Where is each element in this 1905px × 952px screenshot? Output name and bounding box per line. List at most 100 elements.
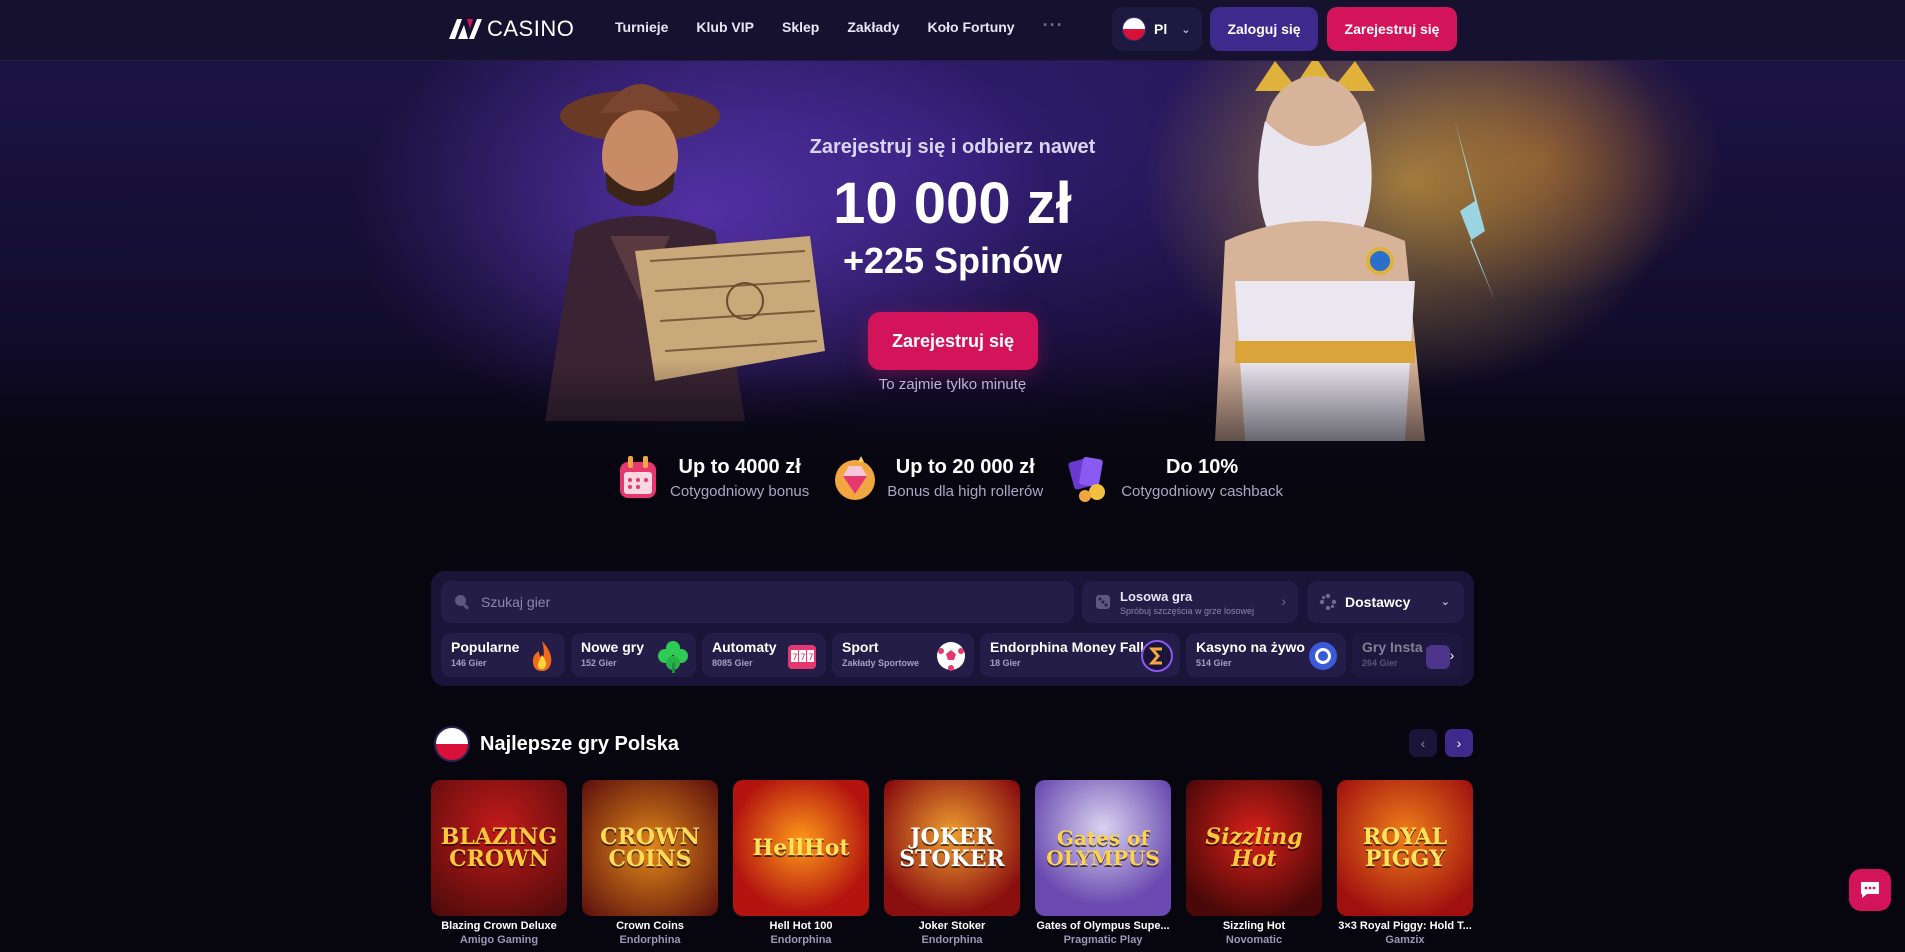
football-icon — [937, 642, 965, 671]
game-card[interactable]: Sizzling Hot Sizzling Hot Novomatic — [1186, 780, 1322, 946]
cards-coins-icon — [1068, 456, 1106, 502]
games-filter-panel: Losowa gra Spróbuj szczęścia w grze loso… — [431, 571, 1474, 686]
dice-icon — [1096, 595, 1110, 609]
svg-text:7: 7 — [808, 653, 814, 663]
main-nav: Turnieje Klub VIP Sklep Zakłady Koło For… — [615, 15, 1064, 36]
hero-note: To zajmie tylko minutę — [878, 376, 1027, 393]
game-name: Joker Stoker — [918, 920, 986, 932]
nav-item-bets[interactable]: Zakłady — [847, 19, 899, 36]
random-game-subtitle: Spróbuj szczęścia w grze losowej — [1120, 605, 1255, 616]
game-thumbnail[interactable]: BLAZING CROWN — [431, 780, 567, 916]
hero-subtitle: Zarejestruj się i odbierz nawet — [809, 136, 1096, 158]
fire-icon — [532, 641, 552, 671]
game-name: Blazing Crown Deluxe — [441, 920, 557, 932]
endorphina-icon — [1141, 640, 1173, 672]
game-name: Sizzling Hot — [1222, 920, 1286, 932]
game-card[interactable]: ROYAL PIGGY 3×3 Royal Piggy: Hold T... G… — [1337, 780, 1473, 946]
game-name: 3×3 Royal Piggy: Hold T... — [1338, 920, 1472, 932]
top-bar: CASINO Turnieje Klub VIP Sklep Zakłady K… — [0, 0, 1905, 61]
chat-support-button[interactable] — [1849, 869, 1891, 911]
search-icon — [455, 595, 469, 610]
game-art-title: JOKER STOKER — [899, 824, 1005, 872]
chevron-right-icon[interactable]: › — [1440, 643, 1464, 667]
game-thumbnail[interactable]: HellHot — [733, 780, 869, 916]
logo[interactable]: CASINO — [449, 16, 574, 42]
providers-dropdown[interactable]: Dostawcy ⌄ — [1307, 581, 1464, 623]
section-title: Najlepsze gry Polska — [480, 732, 679, 755]
perks-row: Up to 4000 zł Cotygodniowy bonus Up to 2… — [614, 452, 1283, 504]
game-thumbnail[interactable]: Gates of OLYMPUS — [1035, 780, 1171, 916]
nav-item-shop[interactable]: Sklep — [782, 19, 819, 36]
perk-subtitle: Cotygodniowy cashback — [1121, 483, 1283, 500]
category-slots[interactable]: Automaty 8085 Gier 7 7 7 — [702, 633, 826, 677]
random-game-button[interactable]: Losowa gra Spróbuj szczęścia w grze loso… — [1082, 581, 1298, 623]
perk-weekly-bonus: Up to 4000 zł Cotygodniowy bonus — [614, 452, 809, 504]
perk-title: Do 10% — [1165, 456, 1239, 478]
slot-machine-icon: 7 7 7 — [788, 645, 816, 669]
providers-label: Dostawcy — [1345, 594, 1411, 610]
svg-text:7: 7 — [800, 653, 806, 663]
game-card[interactable]: JOKER STOKER Joker Stoker Endorphina — [884, 780, 1020, 946]
game-art-title: Gates of OLYMPUS — [1046, 826, 1160, 870]
game-card[interactable]: CROWN COINS Crown Coins Endorphina — [582, 780, 718, 946]
language-selector[interactable]: Pl ⌄ — [1112, 7, 1202, 51]
game-name: Gates of Olympus Supe... — [1036, 920, 1170, 932]
game-art-title: ROYAL PIGGY — [1362, 824, 1448, 872]
poker-chip-icon — [1309, 642, 1337, 670]
category-live-casino[interactable]: Kasyno na żywo 514 Gier — [1186, 633, 1346, 677]
diamond-icon — [835, 456, 876, 500]
category-sport[interactable]: Sport Zakłady Sportowe — [832, 633, 974, 677]
game-provider: Endorphina — [619, 934, 681, 946]
game-thumbnail[interactable]: CROWN COINS — [582, 780, 718, 916]
random-game-title: Losowa gra — [1120, 588, 1193, 604]
game-card[interactable]: Gates of OLYMPUS Gates of Olympus Supe..… — [1035, 780, 1171, 946]
game-provider: Gamzix — [1385, 934, 1425, 946]
category-endorphina-money-fall[interactable]: Endorphina Money Fall 18 Gier — [980, 633, 1180, 677]
svg-text:7: 7 — [792, 653, 798, 663]
logo-text: CASINO — [487, 16, 575, 41]
game-provider: Endorphina — [770, 934, 832, 946]
game-provider: Endorphina — [921, 934, 983, 946]
perk-title: Up to 4000 zł — [678, 456, 801, 478]
section-header: Najlepsze gry Polska — [434, 726, 679, 762]
poland-flag-icon — [434, 726, 470, 762]
chevron-down-icon: ⌄ — [1181, 23, 1191, 36]
chevron-down-icon: ⌄ — [1440, 596, 1450, 608]
nav-item-wheel-of-fortune[interactable]: Koło Fortuny — [927, 19, 1014, 36]
carousel-next-button[interactable]: › — [1445, 729, 1473, 757]
register-button-header[interactable]: Zarejestruj się — [1327, 7, 1457, 51]
nav-item-tournaments[interactable]: Turnieje — [615, 19, 668, 36]
game-card[interactable]: HellHot Hell Hot 100 Endorphina — [733, 780, 869, 946]
game-thumbnail[interactable]: JOKER STOKER — [884, 780, 1020, 916]
nav-item-vip-club[interactable]: Klub VIP — [696, 19, 754, 36]
hero-bonus-amount: 10 000 zł — [833, 171, 1072, 236]
game-art-title: HellHot — [752, 835, 850, 861]
game-name: Crown Coins — [616, 920, 684, 932]
chevron-right-icon: › — [1281, 593, 1286, 609]
providers-icon — [1319, 593, 1337, 611]
game-art-title: Sizzling Hot — [1205, 824, 1303, 872]
category-popular[interactable]: Popularne 146 Gier — [441, 633, 565, 677]
game-art-title: BLAZING CROWN — [440, 824, 558, 872]
carousel-prev-button[interactable]: ‹ — [1409, 729, 1437, 757]
category-new-games[interactable]: Nowe gry 152 Gier — [571, 633, 696, 677]
login-button[interactable]: Zaloguj się — [1210, 7, 1318, 51]
game-thumbnail[interactable]: Sizzling Hot — [1186, 780, 1322, 916]
game-provider: Pragmatic Play — [1063, 934, 1143, 946]
poland-flag-icon — [1122, 17, 1146, 41]
game-card[interactable]: BLAZING CROWN Blazing Crown Deluxe Amigo… — [431, 780, 567, 946]
search-input[interactable] — [481, 594, 1061, 610]
perk-high-roller: Up to 20 000 zł Bonus dla high rollerów — [831, 452, 1043, 504]
register-button-hero[interactable]: Zarejestruj się — [868, 312, 1038, 370]
game-art-title: CROWN COINS — [600, 824, 700, 872]
language-label: Pl — [1154, 21, 1168, 37]
perk-title: Up to 20 000 zł — [895, 456, 1035, 478]
clover-icon — [658, 641, 688, 673]
game-thumbnail[interactable]: ROYAL PIGGY — [1337, 780, 1473, 916]
calendar-gift-icon — [620, 456, 656, 498]
more-menu-icon[interactable]: ··· — [1043, 15, 1064, 36]
game-provider: Novomatic — [1225, 934, 1283, 946]
search-box[interactable] — [441, 581, 1074, 623]
perk-subtitle: Bonus dla high rollerów — [887, 483, 1044, 500]
logo-mark-icon — [449, 18, 483, 40]
